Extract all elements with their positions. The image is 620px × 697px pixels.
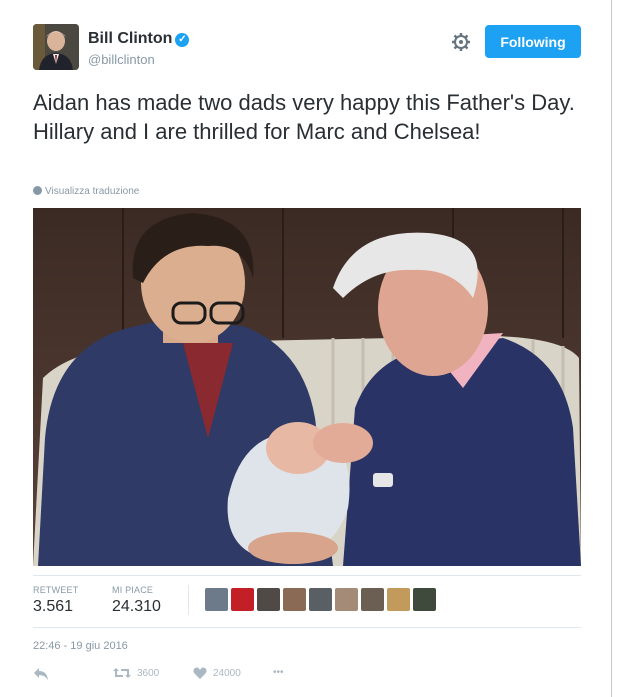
liker-avatar[interactable] [361, 588, 384, 611]
liker-avatar[interactable] [387, 588, 410, 611]
tweet-actions: 3600 24000 ••• [33, 667, 333, 687]
translate-link[interactable]: Visualizza traduzione [33, 186, 139, 197]
liker-avatars [205, 588, 436, 611]
translate-label[interactable]: Visualizza traduzione [45, 186, 139, 197]
retweet-button[interactable]: 3600 [113, 667, 159, 679]
liker-avatar[interactable] [231, 588, 254, 611]
tweet-card: Bill Clinton ✓ @billclinton Following Aid… [0, 0, 612, 697]
like-button[interactable]: 24000 [193, 667, 241, 680]
following-button[interactable]: Following [485, 25, 581, 58]
author-name-row[interactable]: Bill Clinton ✓ [88, 30, 190, 48]
tweet-photo[interactable] [33, 208, 581, 566]
retweet-icon [113, 668, 131, 678]
avatar[interactable] [33, 24, 79, 70]
retweet-stat-label: RETWEET [33, 585, 79, 595]
more-icon: ••• [273, 667, 284, 678]
avatar-image [33, 24, 79, 70]
like-stat-label: MI PIACE [112, 585, 154, 595]
liker-avatar[interactable] [309, 588, 332, 611]
author-handle[interactable]: @billclinton [88, 52, 155, 67]
reply-button[interactable] [33, 667, 49, 681]
like-stat-count[interactable]: 24.310 [112, 598, 161, 616]
liker-avatar[interactable] [413, 588, 436, 611]
tweet-text: Aidan has made two dads very happy this … [33, 90, 575, 144]
retweet-action-count: 3600 [137, 667, 160, 679]
more-button[interactable]: ••• [273, 667, 284, 678]
heart-icon [193, 667, 207, 679]
tweet-timestamp[interactable]: 22:46 - 19 giu 2016 [33, 640, 128, 652]
liker-avatar[interactable] [283, 588, 306, 611]
photo-image [33, 208, 581, 566]
liker-avatar[interactable] [335, 588, 358, 611]
retweet-stat-count[interactable]: 3.561 [33, 598, 73, 616]
globe-icon [33, 186, 42, 195]
stat-separator [188, 585, 189, 615]
verified-badge-icon: ✓ [175, 33, 190, 47]
liker-avatar[interactable] [205, 588, 228, 611]
reply-icon [34, 668, 48, 680]
gear-icon[interactable] [450, 31, 472, 53]
divider [33, 575, 581, 576]
author-name[interactable]: Bill Clinton [88, 30, 172, 47]
liker-avatar[interactable] [257, 588, 280, 611]
divider [33, 627, 581, 628]
like-action-count: 24000 [213, 668, 241, 679]
